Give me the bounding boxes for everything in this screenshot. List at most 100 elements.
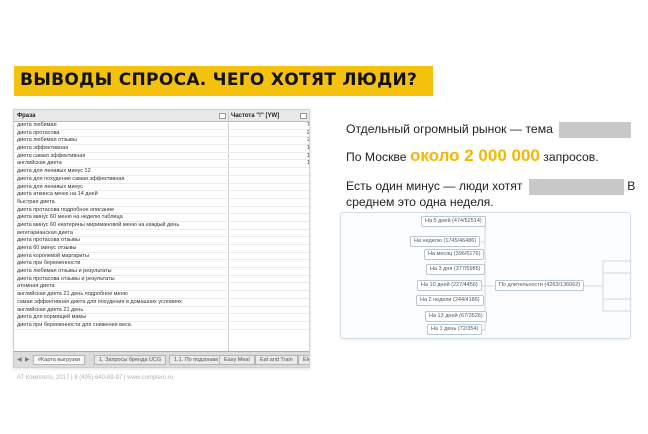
table-row[interactable]: диета королевой маргариты 459 [14,253,309,261]
query-cell[interactable]: английская диета 21 день подробное меню [17,291,128,298]
table-row[interactable]: диета протасова 2469 [14,130,309,138]
filter-icon[interactable] [300,113,307,119]
frequency-cell[interactable]: 447 [229,268,309,275]
tree-node[interactable]: На 2 недели (244/4186) [416,295,484,306]
query-cell[interactable]: диета для похудения самая эффективная [17,176,124,183]
sheet-tab[interactable]: Elemen [298,355,309,365]
table-row[interactable]: диета при беременности 456 [14,260,309,269]
query-cell[interactable]: диета для ленивых минус [17,184,83,191]
table-row[interactable]: быстрая диета 653 [14,199,309,207]
tree-node[interactable]: На месяц (396/6176) [424,249,485,260]
frequency-cell[interactable]: 471 [229,237,309,244]
table-row[interactable]: диета минус 60 меню на неделю таблица 603 [14,214,309,222]
table-row[interactable]: самая эффективная диета для похудения в … [14,299,309,307]
tree-node[interactable]: На 10 дней (227/4456) [417,280,482,291]
frequency-cell[interactable]: 693 [229,191,309,198]
query-cell[interactable]: английская диета 21 день [17,307,83,314]
table-row[interactable]: атомная диета 417 [14,283,309,292]
query-cell[interactable]: диета минус 60 меню на неделю таблица [17,214,123,221]
query-cell[interactable]: быстрая диета [17,199,55,206]
frequency-cell[interactable]: 410 [229,291,309,298]
tree-node[interactable]: На 1 день (72/354) [427,324,483,335]
frequency-cell[interactable]: 599 [229,222,309,229]
table-row[interactable]: диета протасова подробное описание 641 [14,207,309,215]
frequency-cell[interactable]: 653 [229,199,309,206]
query-cell[interactable]: диета протасова отзывы [17,237,80,244]
query-cell[interactable]: диета эффективная [17,145,68,152]
column-header-frequency[interactable]: Частота "!" [YW] [231,113,279,119]
query-cell[interactable]: диета для кормящей мамы [17,314,86,321]
frequency-cell[interactable]: 456 [229,260,309,267]
frequency-cell[interactable]: 402 [229,299,309,306]
frequency-cell[interactable]: 459 [229,253,309,260]
frequency-cell[interactable]: 836 [229,184,309,191]
table-row[interactable]: диета 60 минус отзывы 468 [14,245,309,253]
frequency-cell[interactable]: 417 [229,283,309,290]
filter-icon[interactable] [219,113,226,119]
frequency-cell[interactable]: 603 [229,214,309,221]
table-row[interactable]: диета протасова отзывы и результаты 445 [14,276,309,284]
frequency-cell[interactable]: 370 [229,307,309,314]
tree-node[interactable]: На 5 дней (474/52514) [421,216,486,227]
frequency-cell[interactable]: 2119 [229,137,309,144]
tab-scroll-right-icon[interactable]: ▶ [25,356,30,363]
table-row[interactable]: диета любимая отзывы и результаты 447 [14,268,309,276]
query-cell[interactable]: диета для ленивых минус 12 [17,168,91,175]
query-cell[interactable]: диета королевой маргариты [17,253,89,260]
query-cell[interactable]: диета протасова подробное описание [17,207,114,214]
table-row[interactable]: вегетарианская диета 521 [14,230,309,238]
tree-node[interactable]: На неделю (1745/46486) [410,236,481,247]
frequency-cell[interactable]: 338 [229,322,309,329]
query-cell[interactable]: диета любимая отзывы [17,137,77,144]
frequency-cell[interactable]: 856 [229,176,309,183]
column-header-query[interactable]: Фраза [17,113,35,119]
query-cell[interactable]: диета при беременности для снижения веса [17,322,131,329]
frequency-cell[interactable]: 445 [229,276,309,283]
table-row[interactable]: диета для ленивых минус 12 976 [14,168,309,176]
frequency-cell[interactable]: 341 [229,314,309,321]
frequency-cell[interactable]: 976 [229,168,309,175]
query-cell[interactable]: английская диета [17,160,62,167]
query-cell[interactable]: диета любимая отзывы и результаты [17,268,112,275]
query-cell[interactable]: диета при беременности [17,260,80,267]
sheet-tab[interactable]: 1.1. По подзонам [169,355,223,365]
sheet-tab[interactable]: Easy Meal [219,355,255,365]
frequency-cell[interactable]: 7407 [229,122,309,129]
query-cell[interactable]: диета самая эффективная [17,153,85,160]
frequency-cell[interactable]: 641 [229,207,309,214]
sheet-tab[interactable]: 1. Запросы бренда UCG [94,355,167,365]
sheet-tab[interactable]: Eat and Train [255,355,298,365]
table-row[interactable]: диета аткинса меню на 14 дней 693 [14,191,309,199]
table-row[interactable]: диета любимая отзывы 2119 [14,137,309,146]
table-row[interactable]: диета для похудения самая эффективная 856 [14,176,309,184]
table-row[interactable]: диета для кормящей мамы 341 [14,314,309,322]
sheet-header: Фраза Частота "!" [YW] [14,110,309,122]
table-row[interactable]: английская диета 1068 [14,160,309,169]
query-cell[interactable]: атомная диета [17,283,55,290]
query-cell[interactable]: диета минус 60 екатерины миримановой мен… [17,222,179,229]
tab-scroll-left-icon[interactable]: ◀ [17,356,22,363]
frequency-cell[interactable]: 1068 [229,160,309,167]
query-cell[interactable]: диета 60 минус отзывы [17,245,77,252]
tree-root-node[interactable]: По длительности (4263/136062) [495,280,585,291]
query-cell[interactable]: диета протасова отзывы и результаты [17,276,115,283]
frequency-cell[interactable]: 468 [229,245,309,252]
query-cell[interactable]: диета любимая [17,122,57,129]
query-cell[interactable]: самая эффективная диета для похудения в … [17,299,182,306]
table-row[interactable]: английская диета 21 день подробное меню 4… [14,291,309,299]
table-row[interactable]: диета протасова отзывы 471 [14,237,309,245]
frequency-cell[interactable]: 521 [229,230,309,237]
tree-node[interactable]: На 3 дня (377/5985) [426,264,485,275]
tree-node[interactable]: На 13 дней (67/3526) [425,311,487,322]
frequency-cell[interactable]: 1301 [229,153,309,160]
frequency-cell[interactable]: 2469 [229,130,309,137]
query-cell[interactable]: диета протасова [17,130,59,137]
sheet-tab[interactable]: #Карта выгрузки [33,355,85,365]
frequency-cell[interactable]: 1528 [229,145,309,152]
table-row[interactable]: диета эффективная 1528 [14,145,309,153]
table-row[interactable]: диета минус 60 екатерины миримановой мен… [14,222,309,230]
table-row[interactable]: диета при беременности для снижения веса… [14,322,309,330]
query-cell[interactable]: вегетарианская диета [17,230,73,237]
query-cell[interactable]: диета аткинса меню на 14 дней [17,191,98,198]
table-row[interactable]: диета любимая 7407 [14,122,309,130]
